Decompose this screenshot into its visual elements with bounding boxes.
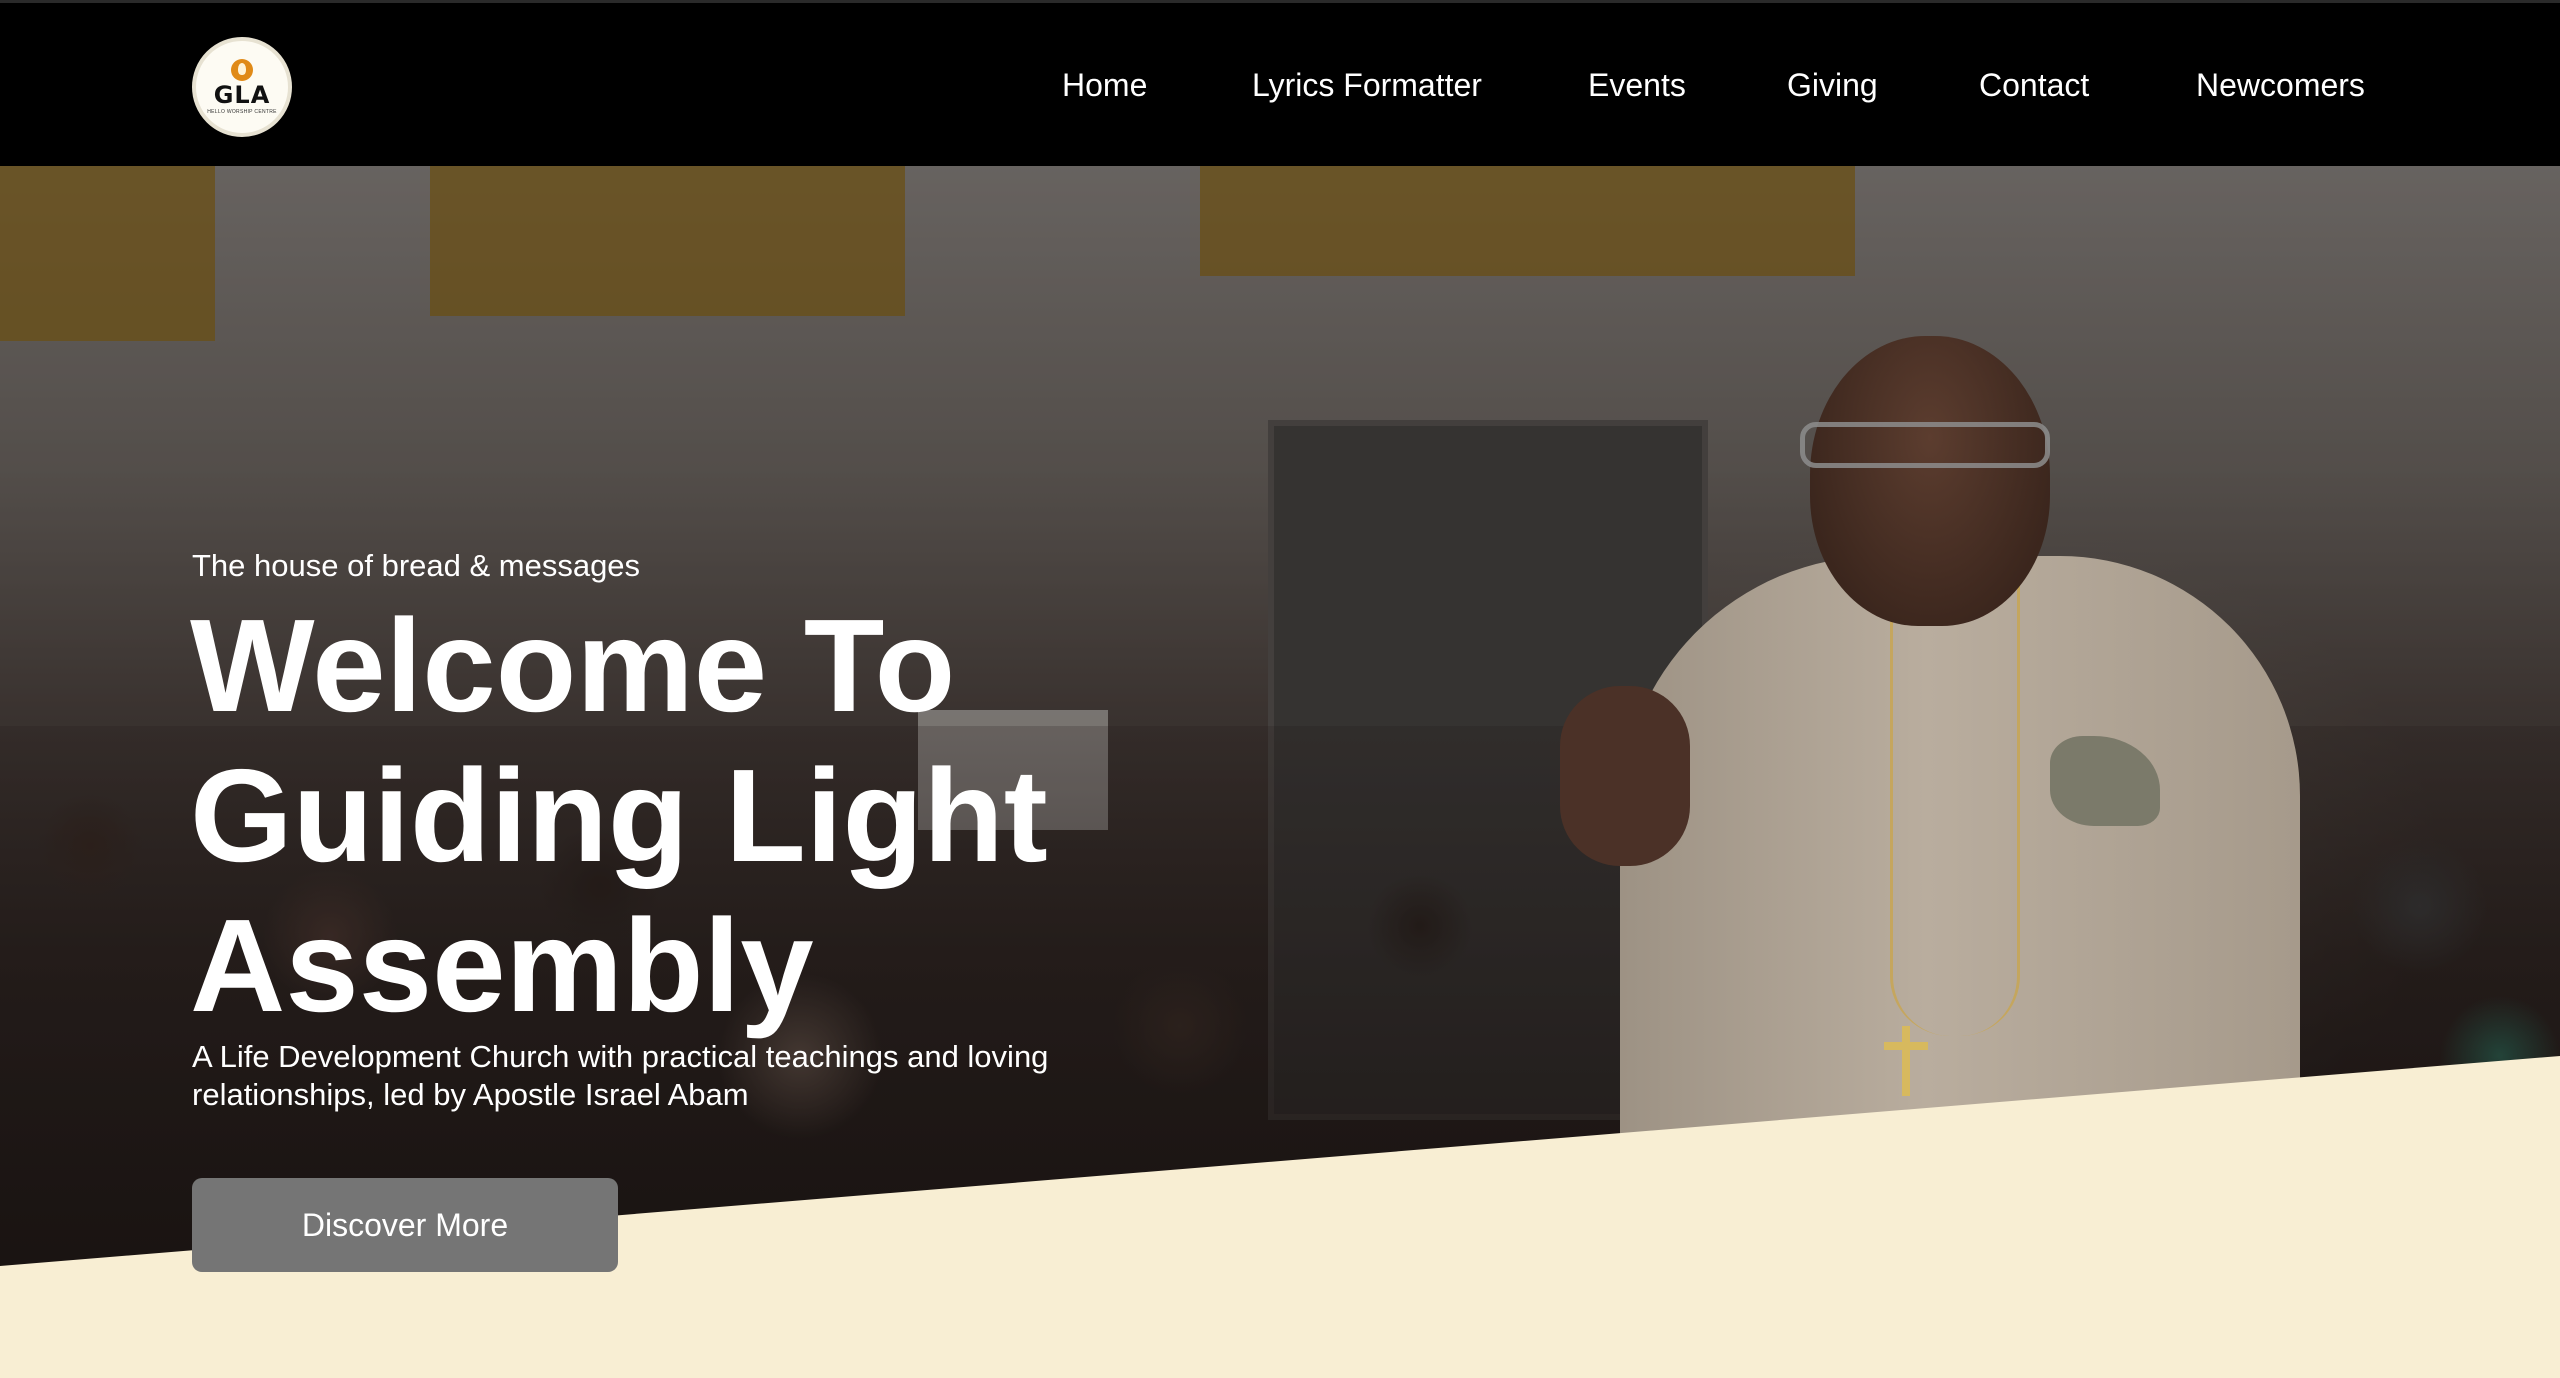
hero-subtitle: A Life Development Church with practical… (192, 1039, 1049, 1112)
cross-icon-bar (1884, 1042, 1928, 1050)
hero-tagline: The house of bread & messages (192, 548, 641, 583)
site-logo[interactable]: GLA HELLO WORSHIP CENTRE (192, 37, 292, 137)
logo-text: GLA (213, 81, 271, 109)
nav-contact[interactable]: Contact (1979, 65, 2089, 105)
logo-subtext: HELLO WORSHIP CENTRE (207, 109, 277, 115)
nav-lyrics-formatter[interactable]: Lyrics Formatter (1252, 65, 1482, 105)
nav-events[interactable]: Events (1588, 65, 1686, 105)
speaker-glasses (1800, 422, 2050, 468)
necklace-chain (1890, 576, 2020, 1036)
cross-icon (1902, 1026, 1910, 1096)
speaker-hand (1560, 686, 1690, 866)
nav-home[interactable]: Home (1062, 65, 1147, 105)
speaker-head (1810, 336, 2050, 626)
site-header: GLA HELLO WORSHIP CENTRE Home Lyrics For… (0, 0, 2560, 166)
nav-newcomers[interactable]: Newcomers (2196, 65, 2365, 105)
discover-more-button[interactable]: Discover More (192, 1178, 618, 1272)
hero-title: Welcome To Guiding Light Assembly (190, 592, 1048, 1039)
flame-icon (231, 59, 253, 81)
hero-section: The house of bread & messages Welcome To… (0, 166, 2560, 1378)
nav-giving[interactable]: Giving (1787, 65, 1878, 105)
